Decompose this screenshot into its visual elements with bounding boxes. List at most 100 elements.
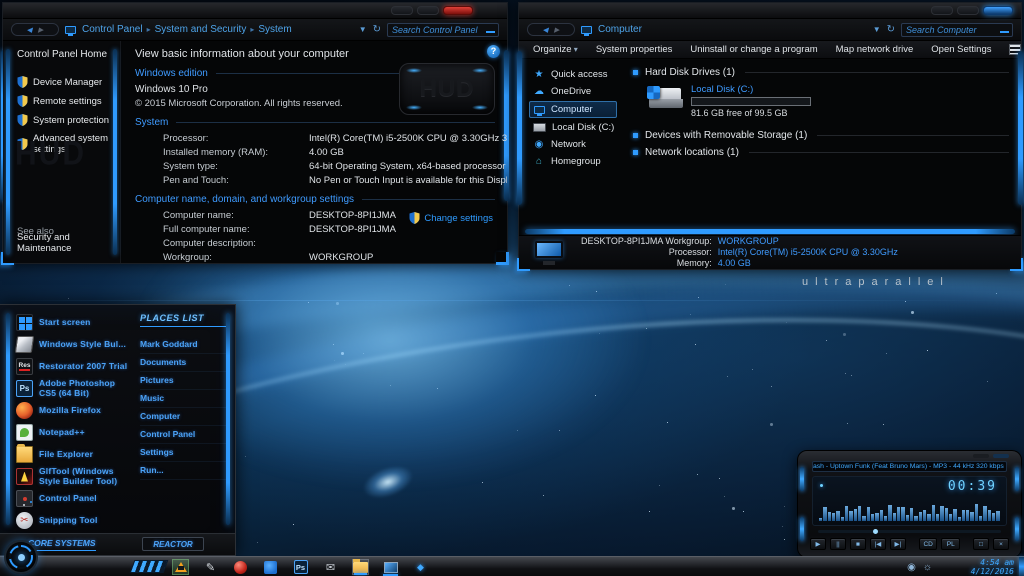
tray-volume-icon[interactable]: ◉	[907, 562, 916, 573]
badge-glint	[472, 105, 488, 110]
next-button[interactable]: ▶|	[889, 538, 906, 550]
start-menu-item-file-explorer[interactable]: File Explorer	[16, 444, 130, 464]
group-header-hard-disk-drives[interactable]: Hard Disk Drives (1)	[633, 67, 1009, 78]
breadcrumb-item[interactable]: System and Security	[155, 24, 255, 35]
maximize-button[interactable]	[417, 6, 439, 15]
start-menu-item-photoshop[interactable]: Ps Adobe Photoshop CS5 (64 Bit)	[16, 378, 130, 398]
help-icon[interactable]: ?	[487, 45, 500, 58]
taskbar-clock[interactable]: 4:54 am 4/12/2016	[971, 558, 1014, 576]
taskbar-mail-icon[interactable]: ✉	[322, 559, 339, 575]
computer-monitor-icon	[533, 240, 567, 265]
sidebar-item-control-panel-home[interactable]: Control Panel Home	[17, 49, 120, 60]
start-button[interactable]	[4, 540, 38, 574]
start-menu-app-list: Start screen Windows Style Bul... Res Re…	[14, 313, 130, 533]
eject-button[interactable]: CD	[918, 538, 938, 550]
title-bar[interactable]	[3, 3, 507, 19]
play-button[interactable]: ▶	[810, 538, 826, 550]
horizontal-scrollbar[interactable]	[525, 229, 1015, 234]
nav-item-quick-access[interactable]: ★ Quick access	[519, 67, 625, 82]
previous-button[interactable]: |◀	[869, 538, 886, 550]
show-desktop-button[interactable]	[1019, 557, 1024, 576]
window-scrollbar[interactable]	[1018, 50, 1023, 206]
close-player-button[interactable]: ×	[993, 538, 1009, 550]
drive-name[interactable]: Local Disk (C:)	[691, 84, 811, 95]
places-item-pictures[interactable]: Pictures	[140, 372, 230, 390]
nav-item-homegroup[interactable]: ⌂ Homegroup	[519, 154, 625, 169]
start-menu-item-restorator[interactable]: Res Restorator 2007 Trial	[16, 357, 130, 376]
breadcrumb-item[interactable]: Control Panel	[82, 24, 151, 35]
start-menu-item-start-screen[interactable]: Start screen	[16, 313, 130, 332]
places-item-music[interactable]: Music	[140, 390, 230, 408]
pause-button[interactable]: ||	[829, 538, 846, 550]
search-input[interactable]: Search Control Panel	[387, 22, 499, 37]
start-menu-item-glftool[interactable]: GlfTool (Windows Style Builder Tool)	[16, 466, 130, 486]
sidebar-item-label: Remote settings	[33, 95, 102, 107]
start-menu-item-windows-style-builder[interactable]: Windows Style Bul...	[14, 335, 130, 354]
sidebar-item-device-manager[interactable]: Device Manager	[17, 76, 120, 88]
back-icon[interactable]: ◀	[543, 26, 548, 34]
places-item-settings[interactable]: Settings	[140, 444, 230, 462]
nav-item-local-disk[interactable]: Local Disk (C:)	[519, 120, 625, 135]
nav-item-network[interactable]: ◉ Network	[519, 137, 625, 152]
group-header-network-locations[interactable]: Network locations (1)	[633, 147, 1009, 158]
places-item-documents[interactable]: Documents	[140, 354, 230, 372]
start-menu-item-notepad[interactable]: Notepad++	[16, 423, 130, 442]
info-value: WORKGROUP	[309, 252, 374, 263]
organize-menu-button[interactable]: Organize	[533, 44, 578, 55]
back-forward-buttons[interactable]: ◀ ▶	[11, 23, 59, 36]
sidebar-item-system-protection[interactable]: System protection	[17, 114, 120, 126]
refresh-icon[interactable]: ↻	[373, 24, 381, 35]
options-button[interactable]: □	[973, 538, 989, 550]
glftool-icon	[16, 468, 33, 485]
start-menu-item-control-panel[interactable]: Control Panel	[16, 489, 130, 508]
taskbar-aimp-icon[interactable]	[172, 559, 189, 575]
sidebar-item-remote-settings[interactable]: Remote settings	[17, 95, 120, 107]
reactor-button[interactable]: REACTOR	[142, 537, 204, 551]
title-bar[interactable]	[519, 3, 1021, 19]
playlist-button[interactable]: PL	[941, 538, 961, 550]
open-settings-button[interactable]: Open Settings	[931, 44, 991, 55]
taskbar-snipping-pen-icon[interactable]: ✎	[202, 559, 219, 575]
taskbar-photoshop-icon[interactable]: Ps	[292, 559, 309, 575]
back-forward-buttons[interactable]: ◀ ▶	[527, 23, 575, 36]
taskbar-style-builder-icon[interactable]	[262, 559, 279, 575]
map-network-drive-button[interactable]: Map network drive	[836, 44, 914, 55]
back-icon[interactable]: ◀	[27, 26, 32, 34]
close-button[interactable]	[443, 6, 473, 15]
nav-item-onedrive[interactable]: ☁ OneDrive	[519, 84, 625, 99]
seek-bar[interactable]	[818, 528, 1001, 534]
group-header-removable-storage[interactable]: Devices with Removable Storage (1)	[633, 130, 1009, 141]
taskbar-file-explorer-icon[interactable]	[352, 558, 369, 575]
uninstall-program-button[interactable]: Uninstall or change a program	[690, 44, 817, 55]
minimize-button[interactable]	[391, 6, 413, 15]
hud-logo-badge: HUD	[399, 63, 495, 115]
seek-handle[interactable]	[872, 528, 878, 534]
start-menu-item-firefox[interactable]: Mozilla Firefox	[16, 401, 130, 420]
places-item-control-panel[interactable]: Control Panel	[140, 426, 230, 444]
taskbar-restorator-icon[interactable]	[232, 559, 249, 575]
minimize-button[interactable]	[931, 6, 953, 15]
places-item-computer[interactable]: Computer	[140, 408, 230, 426]
maximize-button[interactable]	[957, 6, 979, 15]
tray-settings-icon[interactable]: ☼	[923, 562, 932, 573]
places-item-run[interactable]: Run...	[140, 462, 230, 480]
forward-icon[interactable]: ▶	[554, 26, 559, 34]
start-menu-item-snipping-tool[interactable]: ✂ Snipping Tool	[16, 511, 130, 530]
sidebar-item-security-and-maintenance[interactable]: Security and Maintenance	[17, 232, 120, 254]
breadcrumb-item[interactable]: System	[258, 24, 291, 35]
close-button[interactable]	[983, 6, 1013, 15]
change-settings-link[interactable]: Change settings	[409, 212, 493, 224]
forward-icon[interactable]: ▶	[38, 26, 43, 34]
taskbar-hud-gem-icon[interactable]: ◆	[412, 559, 429, 575]
search-input[interactable]: Search Computer	[901, 22, 1013, 37]
places-item-user[interactable]: Mark Goddard	[140, 336, 230, 354]
taskbar-system-window-icon[interactable]	[382, 559, 399, 576]
local-disk-item[interactable]: Local Disk (C:) 81.6 GB free of 99.5 GB	[647, 84, 1009, 118]
breadcrumb-item[interactable]: Computer	[598, 24, 642, 35]
address-dropdown-icon[interactable]: ▼	[359, 25, 367, 34]
nav-item-computer-selected[interactable]: Computer	[529, 101, 617, 118]
stop-button[interactable]: ■	[849, 538, 866, 550]
system-properties-button[interactable]: System properties	[596, 44, 673, 55]
address-dropdown-icon[interactable]: ▼	[873, 25, 881, 34]
refresh-icon[interactable]: ↻	[887, 24, 895, 35]
